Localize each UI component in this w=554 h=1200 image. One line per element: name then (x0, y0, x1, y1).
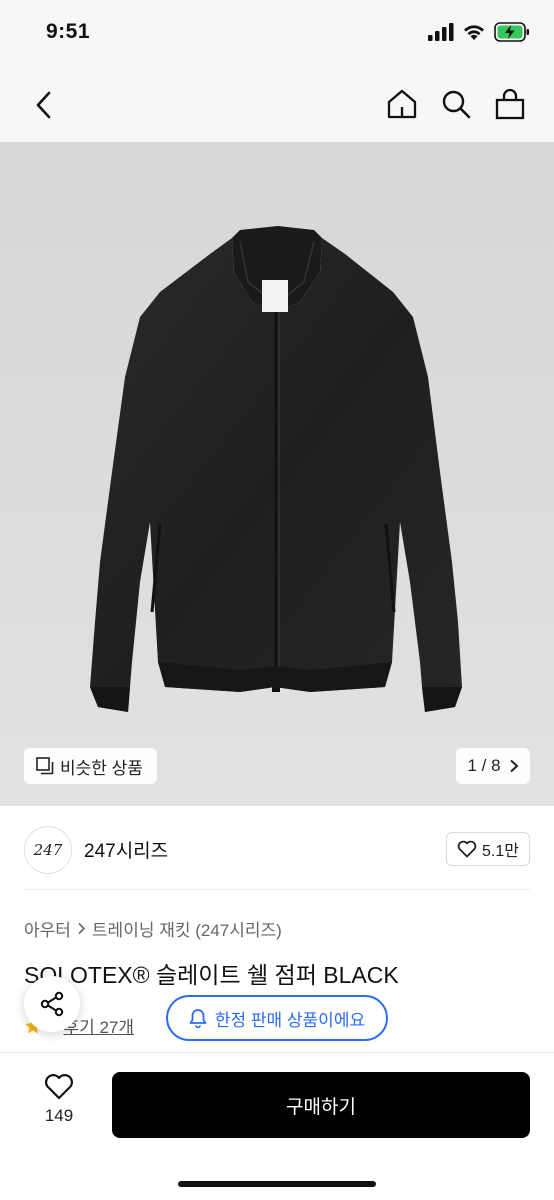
wishlist-button[interactable]: 149 (30, 1073, 88, 1126)
bell-icon (189, 1009, 207, 1028)
breadcrumb-category[interactable]: 아우터 (24, 916, 71, 941)
divider (24, 889, 530, 890)
heart-outline-icon (457, 840, 477, 858)
wishlist-count: 149 (44, 1106, 74, 1125)
cart-button[interactable] (494, 86, 526, 122)
similar-products-button[interactable]: 비슷한 상품 (24, 748, 157, 784)
home-icon (387, 89, 417, 119)
battery-charging-icon (494, 22, 529, 42)
brand-like-button[interactable]: 5.1만 (446, 832, 530, 866)
product-image-jacket (90, 226, 462, 712)
cellular-signal-icon (428, 23, 454, 41)
buy-button-label: 구매하기 (286, 1096, 356, 1118)
overlap-squares-icon (36, 757, 54, 775)
search-icon (442, 90, 471, 119)
image-counter: 1 / 8 (467, 756, 501, 775)
home-indicator (178, 1181, 376, 1187)
wifi-icon (464, 25, 484, 40)
chevron-left-icon (36, 91, 51, 119)
chevron-right-icon (78, 922, 86, 935)
brand-like-count: 5.1만 (482, 843, 519, 860)
search-button[interactable] (440, 86, 472, 122)
back-button[interactable] (28, 88, 58, 122)
limited-sale-label: 한정 판매 상품이에요 (214, 1010, 366, 1030)
status-bar: 9:51 (0, 0, 554, 68)
buy-button[interactable]: 구매하기 (112, 1072, 530, 1138)
breadcrumb-subcategory[interactable]: 트레이닝 재킷 (247시리즈) (92, 916, 282, 941)
shopping-bag-icon (495, 88, 525, 120)
image-counter-button[interactable]: 1 / 8 (456, 748, 530, 784)
limited-sale-badge[interactable]: 한정 판매 상품이에요 (166, 995, 388, 1041)
heart-outline-icon (45, 1074, 73, 1100)
brand-logo[interactable]: 247 (24, 826, 72, 874)
similar-products-label: 비슷한 상품 (60, 758, 143, 778)
status-time: 9:51 (46, 20, 91, 43)
product-image-gallery[interactable]: 비슷한 상품 1 / 8 (0, 142, 554, 806)
bottom-purchase-bar: 149 구매하기 (0, 1052, 554, 1200)
share-button[interactable] (24, 976, 80, 1032)
brand-logo-text: 247 (33, 841, 63, 859)
chevron-right-icon (509, 759, 519, 773)
home-button[interactable] (386, 86, 418, 122)
top-navigation-bar (0, 68, 554, 142)
breadcrumb: 아우터 트레이닝 재킷 (247시리즈) (24, 916, 282, 941)
status-icons (428, 22, 530, 42)
brand-row: 247 247시리즈 5.1만 (0, 806, 554, 890)
product-title: SOLOTEX® 슬레이트 쉘 점퍼 BLACK (24, 962, 399, 988)
share-icon (40, 991, 64, 1017)
brand-name[interactable]: 247시리즈 (84, 836, 168, 863)
